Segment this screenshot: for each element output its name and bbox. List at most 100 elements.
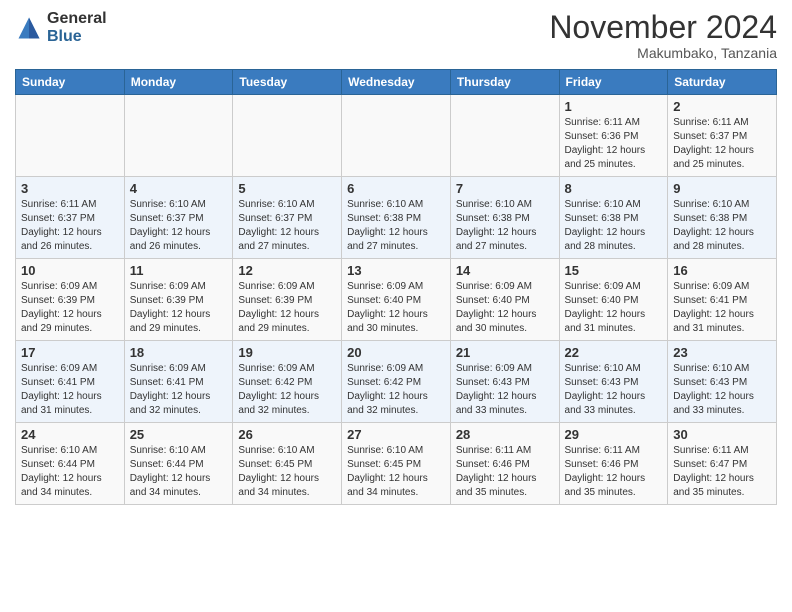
- day-number: 23: [673, 345, 771, 360]
- day-number: 26: [238, 427, 336, 442]
- day-info: Sunrise: 6:11 AMSunset: 6:37 PMDaylight:…: [21, 198, 119, 254]
- calendar-cell-w5-d3: 26Sunrise: 6:10 AMSunset: 6:45 PMDayligh…: [233, 423, 342, 505]
- day-info: Sunrise: 6:09 AMSunset: 6:40 PMDaylight:…: [565, 280, 663, 336]
- day-number: 6: [347, 181, 445, 196]
- day-number: 4: [130, 181, 228, 196]
- day-number: 18: [130, 345, 228, 360]
- calendar-cell-w1-d7: 2 Sunrise: 6:11 AMSunset: 6:37 PMDaylight…: [668, 95, 777, 177]
- day-number: 10: [21, 263, 119, 278]
- day-info: Sunrise: 6:09 AMSunset: 6:41 PMDaylight:…: [673, 280, 771, 336]
- day-number: 1: [565, 99, 663, 114]
- logo: General Blue: [15, 10, 107, 45]
- day-info: Sunrise: 6:10 AMSunset: 6:44 PMDaylight:…: [130, 444, 228, 500]
- day-info: Sunrise: 6:09 AMSunset: 6:39 PMDaylight:…: [238, 280, 336, 336]
- day-number: 24: [21, 427, 119, 442]
- day-number: 14: [456, 263, 554, 278]
- header: General Blue November 2024 Makumbako, Ta…: [15, 10, 777, 61]
- col-wednesday: Wednesday: [342, 70, 451, 95]
- day-info: Sunrise: 6:11 AMSunset: 6:37 PMDaylight:…: [673, 116, 771, 172]
- calendar-week-1: 1 Sunrise: 6:11 AMSunset: 6:36 PMDaylight…: [16, 95, 777, 177]
- calendar-cell-w5-d5: 28Sunrise: 6:11 AMSunset: 6:46 PMDayligh…: [450, 423, 559, 505]
- calendar-cell-w3-d1: 10 Sunrise: 6:09 AMSunset: 6:39 PMDayligh…: [16, 259, 125, 341]
- calendar-cell-w3-d6: 15Sunrise: 6:09 AMSunset: 6:40 PMDayligh…: [559, 259, 668, 341]
- day-info: Sunrise: 6:11 AMSunset: 6:36 PMDaylight:…: [565, 116, 663, 172]
- col-thursday: Thursday: [450, 70, 559, 95]
- calendar-cell-w1-d6: 1 Sunrise: 6:11 AMSunset: 6:36 PMDaylight…: [559, 95, 668, 177]
- calendar-cell-w3-d3: 12 Sunrise: 6:09 AMSunset: 6:39 PMDayligh…: [233, 259, 342, 341]
- calendar-cell-w4-d7: 23 Sunrise: 6:10 AMSunset: 6:43 PMDayligh…: [668, 341, 777, 423]
- day-info: Sunrise: 6:09 AMSunset: 6:39 PMDaylight:…: [21, 280, 119, 336]
- day-number: 12: [238, 263, 336, 278]
- calendar-cell-w2-d2: 4 Sunrise: 6:10 AMSunset: 6:37 PMDaylight…: [124, 177, 233, 259]
- calendar-cell-w4-d4: 20 Sunrise: 6:09 AMSunset: 6:42 PMDayligh…: [342, 341, 451, 423]
- page: General Blue November 2024 Makumbako, Ta…: [0, 0, 792, 612]
- logo-icon: [15, 14, 43, 42]
- day-number: 21: [456, 345, 554, 360]
- day-info: Sunrise: 6:10 AMSunset: 6:43 PMDaylight:…: [565, 362, 663, 418]
- calendar-cell-w2-d1: 3 Sunrise: 6:11 AMSunset: 6:37 PMDaylight…: [16, 177, 125, 259]
- calendar-cell-w5-d1: 24Sunrise: 6:10 AMSunset: 6:44 PMDayligh…: [16, 423, 125, 505]
- calendar-week-2: 3 Sunrise: 6:11 AMSunset: 6:37 PMDaylight…: [16, 177, 777, 259]
- day-info: Sunrise: 6:10 AMSunset: 6:43 PMDaylight:…: [673, 362, 771, 418]
- calendar-cell-w4-d2: 18 Sunrise: 6:09 AMSunset: 6:41 PMDayligh…: [124, 341, 233, 423]
- calendar-cell-w1-d3: [233, 95, 342, 177]
- day-number: 27: [347, 427, 445, 442]
- day-number: 5: [238, 181, 336, 196]
- logo-text: General Blue: [47, 10, 107, 45]
- logo-general-text: General: [47, 10, 107, 28]
- col-friday: Friday: [559, 70, 668, 95]
- col-tuesday: Tuesday: [233, 70, 342, 95]
- day-number: 28: [456, 427, 554, 442]
- day-info: Sunrise: 6:11 AMSunset: 6:46 PMDaylight:…: [565, 444, 663, 500]
- calendar-cell-w1-d2: [124, 95, 233, 177]
- day-info: Sunrise: 6:09 AMSunset: 6:40 PMDaylight:…: [347, 280, 445, 336]
- day-number: 20: [347, 345, 445, 360]
- day-info: Sunrise: 6:11 AMSunset: 6:47 PMDaylight:…: [673, 444, 771, 500]
- day-number: 25: [130, 427, 228, 442]
- logo-blue-text: Blue: [47, 28, 107, 46]
- day-number: 7: [456, 181, 554, 196]
- calendar-cell-w5-d7: 30 Sunrise: 6:11 AMSunset: 6:47 PMDayligh…: [668, 423, 777, 505]
- day-info: Sunrise: 6:10 AMSunset: 6:37 PMDaylight:…: [130, 198, 228, 254]
- calendar-cell-w4-d1: 17Sunrise: 6:09 AMSunset: 6:41 PMDayligh…: [16, 341, 125, 423]
- day-number: 19: [238, 345, 336, 360]
- day-info: Sunrise: 6:10 AMSunset: 6:37 PMDaylight:…: [238, 198, 336, 254]
- title-block: November 2024 Makumbako, Tanzania: [549, 10, 777, 61]
- day-info: Sunrise: 6:10 AMSunset: 6:45 PMDaylight:…: [347, 444, 445, 500]
- calendar-cell-w4-d3: 19 Sunrise: 6:09 AMSunset: 6:42 PMDayligh…: [233, 341, 342, 423]
- day-info: Sunrise: 6:09 AMSunset: 6:40 PMDaylight:…: [456, 280, 554, 336]
- month-title: November 2024: [549, 10, 777, 45]
- calendar-cell-w3-d2: 11Sunrise: 6:09 AMSunset: 6:39 PMDayligh…: [124, 259, 233, 341]
- location-subtitle: Makumbako, Tanzania: [549, 45, 777, 61]
- day-number: 16: [673, 263, 771, 278]
- day-number: 22: [565, 345, 663, 360]
- day-number: 30: [673, 427, 771, 442]
- day-info: Sunrise: 6:09 AMSunset: 6:41 PMDaylight:…: [130, 362, 228, 418]
- calendar-cell-w3-d7: 16 Sunrise: 6:09 AMSunset: 6:41 PMDayligh…: [668, 259, 777, 341]
- calendar-cell-w4-d6: 22 Sunrise: 6:10 AMSunset: 6:43 PMDayligh…: [559, 341, 668, 423]
- day-info: Sunrise: 6:09 AMSunset: 6:42 PMDaylight:…: [347, 362, 445, 418]
- day-number: 3: [21, 181, 119, 196]
- col-sunday: Sunday: [16, 70, 125, 95]
- day-number: 2: [673, 99, 771, 114]
- day-number: 9: [673, 181, 771, 196]
- day-info: Sunrise: 6:09 AMSunset: 6:41 PMDaylight:…: [21, 362, 119, 418]
- calendar-cell-w1-d1: [16, 95, 125, 177]
- calendar-week-4: 17Sunrise: 6:09 AMSunset: 6:41 PMDayligh…: [16, 341, 777, 423]
- calendar-cell-w2-d7: 9Sunrise: 6:10 AMSunset: 6:38 PMDaylight…: [668, 177, 777, 259]
- day-info: Sunrise: 6:09 AMSunset: 6:42 PMDaylight:…: [238, 362, 336, 418]
- day-number: 8: [565, 181, 663, 196]
- calendar-cell-w5-d2: 25 Sunrise: 6:10 AMSunset: 6:44 PMDayligh…: [124, 423, 233, 505]
- calendar-cell-w2-d3: 5 Sunrise: 6:10 AMSunset: 6:37 PMDaylight…: [233, 177, 342, 259]
- day-info: Sunrise: 6:09 AMSunset: 6:39 PMDaylight:…: [130, 280, 228, 336]
- day-number: 29: [565, 427, 663, 442]
- calendar-cell-w3-d4: 13Sunrise: 6:09 AMSunset: 6:40 PMDayligh…: [342, 259, 451, 341]
- calendar-cell-w1-d5: [450, 95, 559, 177]
- calendar-cell-w2-d6: 8Sunrise: 6:10 AMSunset: 6:38 PMDaylight…: [559, 177, 668, 259]
- calendar-week-5: 24 Sunrise: 6:10 AMSunset: 6:44 PMDayligh…: [16, 423, 777, 505]
- calendar-week-3: 10 Sunrise: 6:09 AMSunset: 6:39 PMDayligh…: [16, 259, 777, 341]
- calendar-cell-w2-d4: 6 Sunrise: 6:10 AMSunset: 6:38 PMDaylight…: [342, 177, 451, 259]
- calendar-header-row: Sunday Monday Tuesday Wednesday Thursday…: [16, 70, 777, 95]
- day-info: Sunrise: 6:10 AMSunset: 6:38 PMDaylight:…: [347, 198, 445, 254]
- col-saturday: Saturday: [668, 70, 777, 95]
